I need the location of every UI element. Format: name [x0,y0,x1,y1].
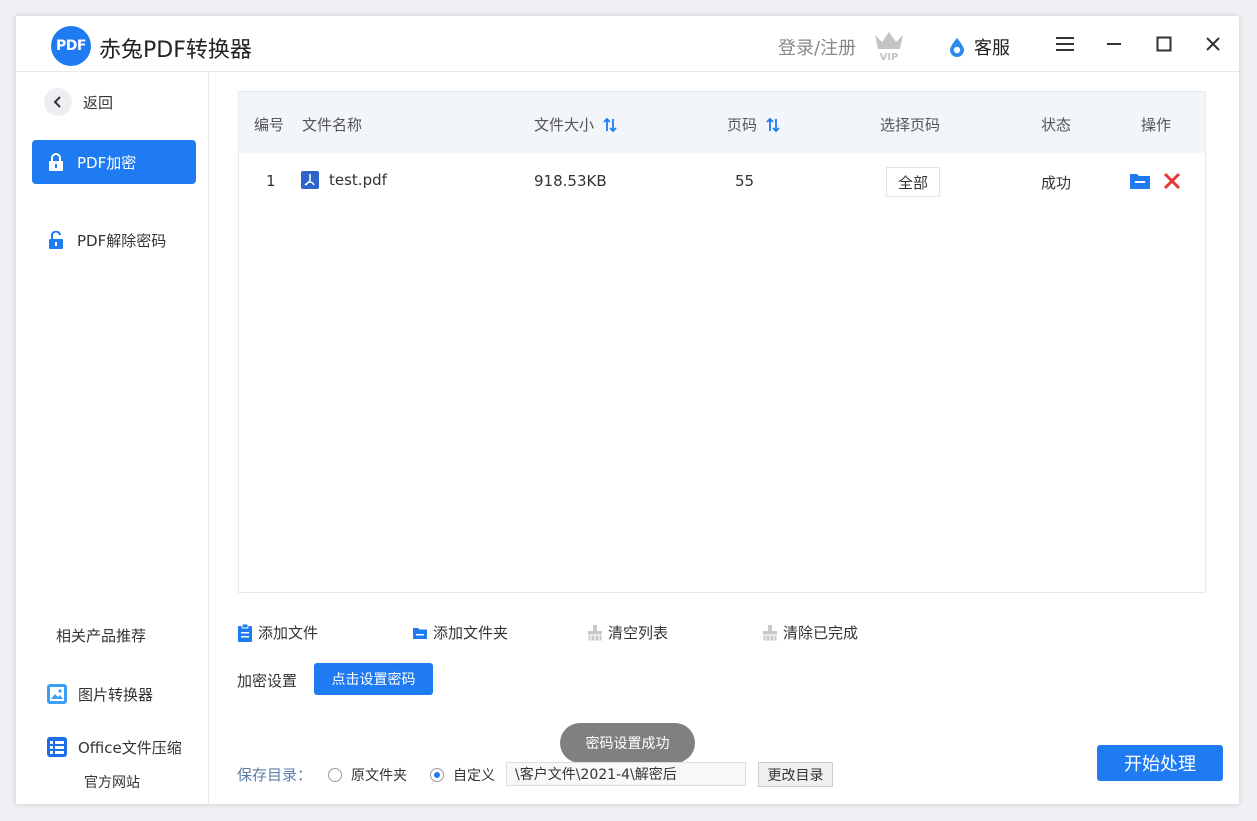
toast-message: 密码设置成功 [560,723,695,763]
header-select-pages: 选择页码 [880,116,941,134]
unlock-icon [47,231,65,249]
app-title: 赤兔PDF转换器 [99,38,252,63]
open-folder-icon[interactable] [1129,170,1151,192]
delete-icon[interactable] [1161,170,1183,192]
related-products-title: 相关产品推荐 [56,627,147,645]
select-pages-button[interactable]: 全部 [886,167,940,197]
app-logo: PDF [51,26,91,66]
radio-custom-label: 自定义 [453,768,495,784]
menu-icon[interactable] [1052,31,1078,57]
title-bar: PDF 赤兔PDF转换器 登录/注册 VIP 客服 [16,16,1239,72]
clear-list-label: 清空列表 [608,624,669,642]
sort-icon[interactable] [602,117,618,133]
customer-service-button[interactable]: 客服 [948,34,1010,60]
change-dir-button[interactable]: 更改目录 [758,762,833,787]
service-drop-icon [950,38,964,57]
cell-name: test.pdf [301,171,387,189]
minimize-icon[interactable] [1101,31,1127,57]
cell-no: 1 [266,172,276,190]
service-label: 客服 [974,38,1010,59]
broom-icon [762,624,778,641]
folder-icon [413,627,427,639]
save-dir-label: 保存目录： [237,766,313,784]
header-no: 编号 [254,116,285,134]
add-folder-button[interactable]: 添加文件夹 [412,622,508,643]
encrypt-settings-label: 加密设置 [237,672,298,690]
add-folder-label: 添加文件夹 [433,624,509,642]
login-register-link[interactable]: 登录/注册 [778,34,856,60]
vip-crown-icon[interactable]: VIP [872,27,906,61]
official-site-link[interactable]: 官方网站 [84,772,140,792]
product-office-compress[interactable]: Office文件压缩 [46,736,182,758]
radio-original-label: 原文件夹 [351,768,407,784]
sidebar-item-pdf-decrypt[interactable]: PDF解除密码 [32,218,196,262]
header-status: 状态 [1041,116,1072,134]
chevron-left-icon [44,88,72,116]
clear-done-label: 清除已完成 [783,624,859,642]
product-image-converter[interactable]: 图片转换器 [46,683,153,705]
header-size[interactable]: 文件大小 [534,114,618,135]
sidebar-item-label: PDF加密 [77,153,137,172]
add-file-button[interactable]: 添加文件 [237,622,318,643]
header-pages[interactable]: 页码 [727,114,781,135]
start-process-button[interactable]: 开始处理 [1097,745,1223,781]
back-button[interactable]: 返回 [44,88,113,116]
product-label: Office文件压缩 [78,738,182,757]
radio-custom-folder[interactable]: 自定义 [430,765,495,785]
image-icon [47,684,67,704]
table-header: 编号 文件名称 文件大小 页码 选择页码 状态 操作 [239,92,1205,153]
radio-original-folder[interactable]: 原文件夹 [328,765,407,785]
radio-circle-checked [430,768,444,782]
file-name: test.pdf [329,171,387,189]
vip-label: VIP [880,52,899,61]
app-window: PDF 赤兔PDF转换器 登录/注册 VIP 客服 返回 PDF加密 PDF解除… [16,16,1239,804]
lock-icon [47,153,65,171]
header-name: 文件名称 [302,116,363,134]
cell-status: 成功 [1041,174,1072,192]
close-icon[interactable] [1200,31,1226,57]
pdf-file-icon [301,171,319,189]
header-pages-label: 页码 [727,116,758,134]
back-label: 返回 [83,93,114,112]
header-ops: 操作 [1141,116,1172,134]
cell-pages: 55 [735,172,755,190]
sort-icon[interactable] [765,117,781,133]
save-path-field[interactable]: \客户文件\2021-4\解密后 [506,762,746,786]
radio-circle [328,768,342,782]
list-icon [47,737,67,757]
sidebar-item-pdf-encrypt[interactable]: PDF加密 [32,140,196,184]
set-password-button[interactable]: 点击设置密码 [314,663,433,695]
sidebar: 返回 PDF加密 PDF解除密码 相关产品推荐 图片转换器 Office文件压缩… [16,72,209,804]
sidebar-item-label: PDF解除密码 [77,231,167,250]
file-table: 编号 文件名称 文件大小 页码 选择页码 状态 操作 1 test.pdf 91… [238,91,1206,593]
add-file-label: 添加文件 [258,624,319,642]
clipboard-icon [238,623,252,642]
clear-done-button[interactable]: 清除已完成 [762,622,858,643]
maximize-icon[interactable] [1151,31,1177,57]
product-label: 图片转换器 [78,685,154,704]
broom-icon [587,624,603,641]
clear-list-button[interactable]: 清空列表 [587,622,668,643]
header-size-label: 文件大小 [534,116,595,134]
cell-size: 918.53KB [534,172,607,190]
